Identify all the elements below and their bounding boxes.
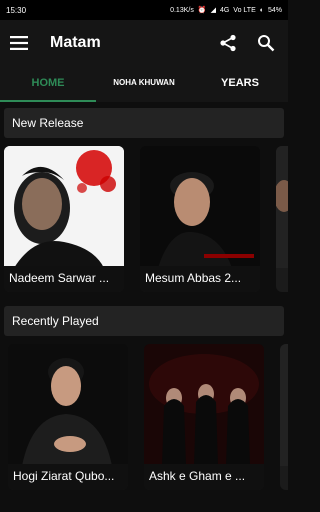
network-speed: 0.13K/s <box>170 6 194 14</box>
album-cover-image <box>140 146 260 268</box>
menu-icon[interactable] <box>10 36 28 50</box>
status-time: 15:30 <box>6 5 27 15</box>
album-card[interactable]: Ashk e Gham e ... <box>144 344 264 490</box>
album-card[interactable]: Hogi Ziarat Qubo... <box>8 344 128 490</box>
album-title: Mesum Abbas 2... <box>140 266 260 292</box>
status-bar: 15:30 0.13K/s ⏰ ◢ 4G Vo LTE ◐ 54% <box>0 0 288 20</box>
album-card[interactable]: Mesum Abbas 2... <box>140 146 260 292</box>
section-header-new-release: New Release <box>4 108 284 138</box>
album-cover-image <box>4 146 124 268</box>
volte-label: Vo LTE <box>233 6 256 14</box>
network-type: 4G <box>219 6 230 14</box>
album-title: Ashk e Gham e ... <box>144 464 264 490</box>
album-card-partial[interactable] <box>276 146 288 292</box>
tab-years[interactable]: YEARS <box>192 66 288 102</box>
album-cover-image <box>280 344 288 466</box>
battery-level: 54% <box>267 6 282 14</box>
new-release-row: Nadeem Sarwar ... Mesum Abbas 2... <box>0 146 288 300</box>
signal-icon: ◢ <box>210 7 216 14</box>
album-card-partial[interactable] <box>280 344 288 490</box>
album-cover-image <box>144 344 264 466</box>
album-card[interactable]: Nadeem Sarwar ... <box>4 146 124 292</box>
section-title: New Release <box>12 116 84 130</box>
tab-home[interactable]: HOME <box>0 66 96 102</box>
section-title: Recently Played <box>12 314 99 328</box>
recently-played-row: Hogi Ziarat Qubo... Ashk e Gham e ... <box>0 344 288 498</box>
tab-noha-khuwan[interactable]: NOHA KHUWAN <box>96 66 192 102</box>
section-header-recently-played: Recently Played <box>4 306 284 336</box>
album-cover-image <box>8 344 128 466</box>
app-title: Matam <box>50 34 101 51</box>
battery-icon: ◐ <box>259 6 264 14</box>
tab-bar: HOME NOHA KHUWAN YEARS <box>0 66 288 102</box>
album-cover-image <box>276 146 288 268</box>
share-icon[interactable] <box>216 31 240 55</box>
app-bar: Matam <box>0 20 288 66</box>
album-title: Nadeem Sarwar ... <box>4 266 124 292</box>
search-icon[interactable] <box>254 31 278 55</box>
album-title: Hogi Ziarat Qubo... <box>8 464 128 490</box>
alarm-icon: ⏰ <box>197 7 207 14</box>
